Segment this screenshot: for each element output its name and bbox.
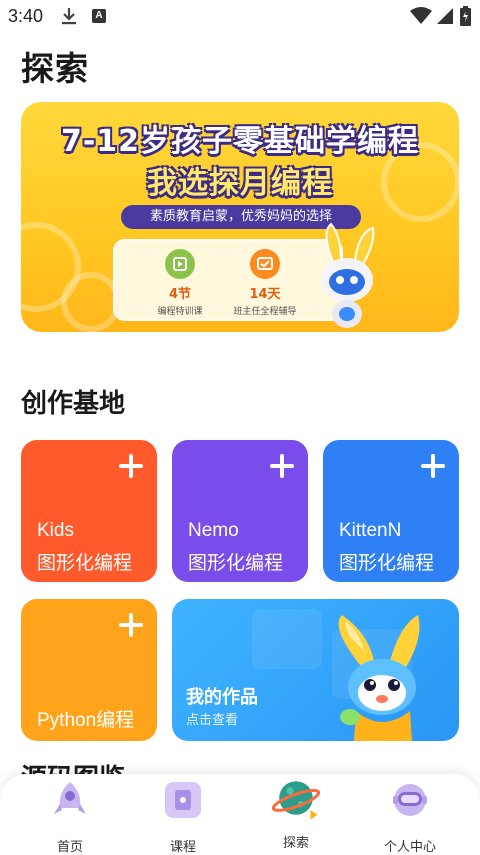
tv-icon xyxy=(250,249,280,279)
nav-home[interactable]: 首页 xyxy=(30,780,110,855)
wifi-icon xyxy=(410,7,432,24)
plus-icon[interactable] xyxy=(270,454,294,478)
tile-nemo-sub: 图形化编程 xyxy=(188,552,284,574)
banner-headline: 7-12岁孩子零基础学编程 xyxy=(60,124,420,159)
keyboard-a-icon: A xyxy=(92,9,106,23)
feature-days-count: 14天 xyxy=(249,287,281,302)
my-works-card[interactable]: 我的作品 点击查看 xyxy=(172,599,459,741)
nav-course[interactable]: 课程 xyxy=(143,780,223,855)
status-time: 3:40 xyxy=(8,6,44,26)
tile-kids-sub: 图形化编程 xyxy=(37,552,133,574)
nav-course-label: 课程 xyxy=(169,840,196,855)
signal-icon xyxy=(437,8,453,24)
my-works-title: 我的作品 xyxy=(186,687,258,708)
tile-kittenn-sub: 图形化编程 xyxy=(339,552,435,574)
tile-nemo[interactable]: Nemo 图形化编程 xyxy=(172,440,308,582)
feature-days-desc: 班主任全程辅导 xyxy=(233,307,297,317)
status-bar: 3:40 A xyxy=(0,0,480,34)
astronaut-icon xyxy=(393,784,427,816)
tile-nemo-name: Nemo xyxy=(188,520,239,541)
banner-feature-card: 4节 编程特训课 14天 班主任全程辅导 xyxy=(113,239,343,321)
nav-profile[interactable]: 个人中心 xyxy=(370,780,450,855)
tile-python[interactable]: Python编程 xyxy=(21,599,157,741)
tile-kids-name: Kids xyxy=(37,520,74,541)
banner-decoration xyxy=(61,272,121,332)
plus-icon[interactable] xyxy=(119,454,143,478)
my-works-subtitle: 点击查看 xyxy=(186,713,239,728)
tile-kids[interactable]: Kids 图形化编程 xyxy=(21,440,157,582)
rabbit-mascot-icon xyxy=(321,222,375,328)
tile-kittenn-name: KittenN xyxy=(339,520,402,541)
bottom-nav: 首页 课程 探索 个人中心 xyxy=(0,774,480,855)
nav-explore-label: 探索 xyxy=(282,836,309,851)
battery-icon xyxy=(460,6,471,26)
plus-icon[interactable] xyxy=(119,613,143,637)
page-title: 探索 xyxy=(21,49,89,88)
feature-lessons-count: 4节 xyxy=(168,287,192,302)
promo-banner[interactable]: 7-12岁孩子零基础学编程 我选探月编程 素质教育启蒙，优秀妈妈的选择 4节 编… xyxy=(21,102,459,332)
feature-lessons: 4节 编程特训课 xyxy=(135,249,225,317)
rocket-icon xyxy=(54,782,86,814)
rabbit-mascot-icon xyxy=(338,615,420,741)
nav-profile-label: 个人中心 xyxy=(383,840,436,855)
video-icon xyxy=(165,249,195,279)
nav-home-label: 首页 xyxy=(56,840,83,855)
tile-python-name: Python编程 xyxy=(37,710,135,731)
plus-icon[interactable] xyxy=(421,454,445,478)
tile-kittenn[interactable]: KittenN 图形化编程 xyxy=(323,440,459,582)
feature-days: 14天 班主任全程辅导 xyxy=(220,249,310,317)
course-icon xyxy=(165,782,201,818)
planet-icon xyxy=(271,781,321,820)
nav-explore[interactable]: 探索 xyxy=(256,780,336,851)
feature-lessons-desc: 编程特训课 xyxy=(157,307,203,317)
banner-subheadline: 我选探月编程 xyxy=(147,166,333,201)
section-title-create: 创作基地 xyxy=(21,389,126,419)
download-icon xyxy=(62,8,76,25)
